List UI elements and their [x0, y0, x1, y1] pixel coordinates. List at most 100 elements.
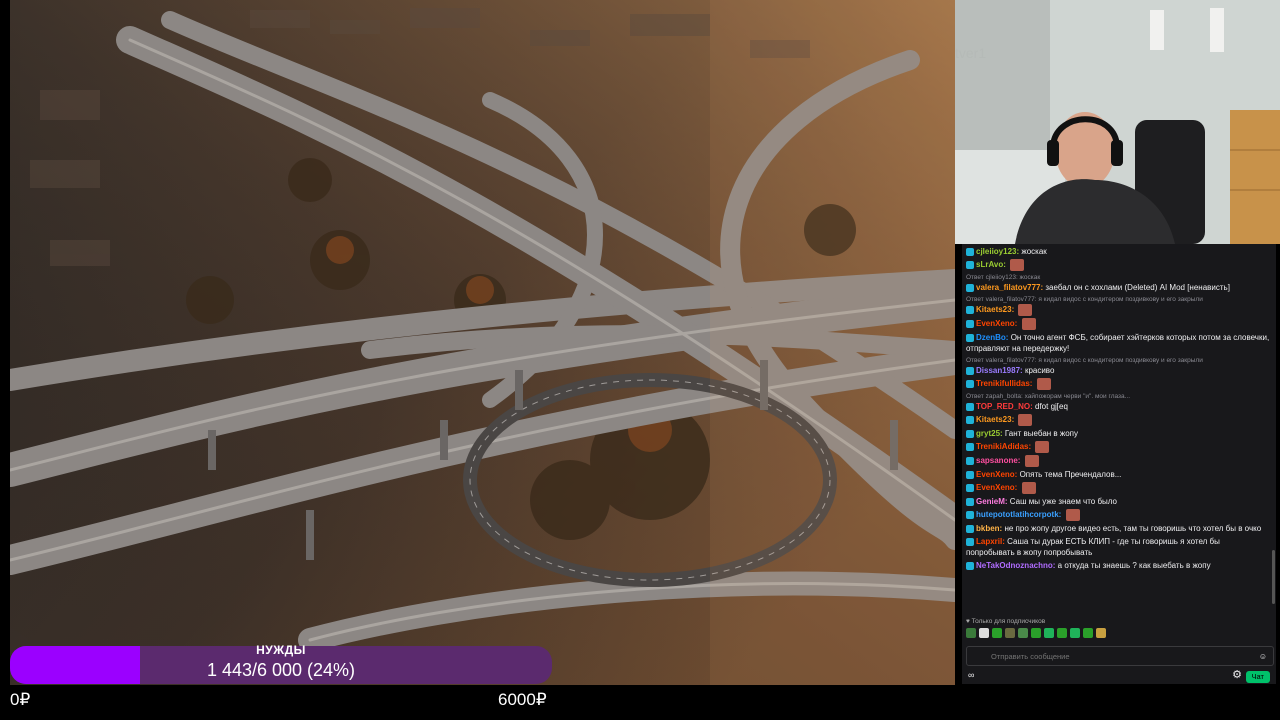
- stream-video: [10, 0, 955, 685]
- chat-message-line: hutepototlatihcorpotk:: [966, 509, 1270, 521]
- chat-message-line: NeTakOdnoznachno: а откуда ты знаешь ? к…: [966, 560, 1270, 571]
- wall-text: tver1: [955, 45, 986, 61]
- chat-username[interactable]: valera_filatov777:: [976, 283, 1043, 292]
- chat-message-text: Гант выебан в жопу: [1004, 429, 1079, 438]
- chat-message-line: sapsanone:: [966, 455, 1270, 467]
- chat-message: Ответ cjleiioy123: жоскак: [966, 273, 1270, 282]
- chat-input[interactable]: [989, 649, 1253, 663]
- emote-icon: [1065, 509, 1080, 521]
- chat-message-text: красиво: [1024, 366, 1055, 375]
- chat-username[interactable]: EvenXeno:: [976, 319, 1017, 328]
- emote-icon: [1018, 304, 1033, 316]
- chat-username[interactable]: Trenikifullidas:: [976, 379, 1032, 388]
- chat-message-text: жоскак: [1021, 247, 1047, 256]
- goal-max-label: 6000₽: [498, 690, 547, 709]
- emote-icon[interactable]: [992, 628, 1002, 638]
- chat-message: Kitaets23:: [966, 304, 1270, 316]
- chat-username[interactable]: Kitaets23:: [976, 305, 1014, 314]
- chat-username[interactable]: bkben:: [976, 524, 1002, 533]
- chat-message: Ответ valera_filatov777: я кидал видос с…: [966, 356, 1270, 365]
- chat-message-text: Саша ты дурак ЕСТЬ КЛИП - где ты говориш…: [966, 537, 1220, 557]
- user-badge-icon: [966, 561, 974, 570]
- chat-message-line: Kitaets23:: [966, 304, 1270, 316]
- chat-username[interactable]: DzenBo:: [976, 333, 1008, 342]
- chat-message-line: DzenBo: Он точно агент ФСБ, собирает хэй…: [966, 332, 1270, 354]
- chat-message: DzenBo: Он точно агент ФСБ, собирает хэй…: [966, 332, 1270, 354]
- chat-message: valera_filatov777: заебал он с хохлами (…: [966, 282, 1270, 293]
- chat-message-line: EvenXeno: Опять тема Пречендалов...: [966, 469, 1270, 480]
- chat-message-line: Kitaets23:: [966, 414, 1270, 426]
- chat-input-box[interactable]: ☺: [966, 646, 1274, 666]
- emote-icon: [1035, 441, 1050, 453]
- emote-icon: [1036, 378, 1051, 390]
- chat-username[interactable]: TrenikiAdidas:: [976, 442, 1031, 451]
- emote-icon: [1024, 455, 1039, 467]
- chat-username[interactable]: gryt25:: [976, 429, 1003, 438]
- emote-icon[interactable]: [966, 628, 976, 638]
- chat-message: Lapxril: Саша ты дурак ЕСТЬ КЛИП - где т…: [966, 536, 1270, 558]
- emote-icon[interactable]: [1083, 628, 1093, 638]
- chat-reply-context: Ответ valera_filatov777: я кидал видос с…: [966, 296, 1203, 303]
- gear-icon[interactable]: ⚙: [1232, 670, 1242, 681]
- emote-icon[interactable]: [1018, 628, 1028, 638]
- user-badge-icon: [966, 333, 974, 342]
- webcam-feed: tver1: [955, 0, 1280, 244]
- chat-username[interactable]: NeTakOdnoznachno:: [976, 561, 1055, 570]
- chat-message: Dissan1987: красиво: [966, 365, 1270, 376]
- chat-message-line: Trenikifullidas:: [966, 378, 1270, 390]
- chat-message-line: Lapxril: Саша ты дурак ЕСТЬ КЛИП - где т…: [966, 536, 1270, 558]
- chat-username[interactable]: TOP_RED_NO:: [976, 402, 1033, 411]
- chat-footer: ∞ ⚙ Чат: [966, 670, 1272, 684]
- user-badge-icon: [966, 416, 974, 424]
- user-badge-icon: [966, 457, 974, 465]
- chat-username[interactable]: EvenXeno:: [976, 483, 1017, 492]
- chat-message: cjleiioy123: жоскак: [966, 246, 1270, 257]
- chat-username[interactable]: Lapxril:: [976, 537, 1005, 546]
- chat-message: EvenXeno:: [966, 482, 1270, 494]
- chat-message-line: gryt25: Гант выебан в жопу: [966, 428, 1270, 439]
- chat-send-button[interactable]: Чат: [1245, 671, 1270, 683]
- chat-username[interactable]: GenieM:: [976, 497, 1008, 506]
- emote-icon[interactable]: [1044, 628, 1054, 638]
- points-value: ∞: [968, 670, 975, 680]
- emote-icon[interactable]: [1005, 628, 1015, 638]
- chat-username[interactable]: sapsanone:: [976, 456, 1020, 465]
- chat-panel: cjleiioy123: жоскак sLrAvo: Ответ cjleiio…: [962, 244, 1276, 684]
- emote-icon: [1018, 414, 1033, 426]
- chat-message-line: bkben: не про жопу другое видео есть, та…: [966, 523, 1270, 534]
- chat-message-text: Он точно агент ФСБ, собирает хэйтерков к…: [966, 333, 1270, 353]
- user-badge-icon: [966, 537, 974, 546]
- user-badge-icon: [966, 366, 974, 375]
- chat-reply-context: Ответ zapah_bolta: хайпожорам черви "и".…: [966, 393, 1131, 400]
- user-badge-icon: [966, 247, 974, 256]
- chat-message: bkben: не про жопу другое видео есть, та…: [966, 523, 1270, 534]
- emote-icon[interactable]: [1096, 628, 1106, 638]
- chat-message-line: GenieM: Саш мы уже знаем что было: [966, 496, 1270, 507]
- chat-username[interactable]: hutepototlatihcorpotk:: [976, 510, 1061, 519]
- chat-message-line: Dissan1987: красиво: [966, 365, 1270, 376]
- emote-icon[interactable]: [979, 628, 989, 638]
- chat-username[interactable]: EvenXeno:: [976, 470, 1017, 479]
- chat-message-line: cjleiioy123: жоскак: [966, 246, 1270, 257]
- chat-username[interactable]: cjleiioy123:: [976, 247, 1019, 256]
- user-badge-icon: [966, 320, 974, 328]
- chat-username[interactable]: sLrAvo:: [976, 260, 1006, 269]
- chat-reply-context: Ответ cjleiioy123: жоскак: [966, 274, 1041, 281]
- channel-points-icon[interactable]: ∞: [968, 670, 974, 681]
- emote-picker-icon[interactable]: ☺: [1259, 651, 1267, 662]
- emote-icon[interactable]: [1070, 628, 1080, 638]
- chat-username[interactable]: Kitaets23:: [976, 415, 1014, 424]
- user-badge-icon: [966, 524, 974, 533]
- chat-scrollbar[interactable]: [1272, 550, 1275, 604]
- chat-username[interactable]: Dissan1987:: [976, 366, 1023, 375]
- user-badge-icon: [966, 380, 974, 388]
- chat-message: EvenXeno: Опять тема Пречендалов...: [966, 469, 1270, 480]
- chat-message: sapsanone:: [966, 455, 1270, 467]
- chat-messages: cjleiioy123: жоскак sLrAvo: Ответ cjleiio…: [966, 246, 1270, 573]
- user-badge-icon: [966, 429, 974, 438]
- chat-message: hutepototlatihcorpotk:: [966, 509, 1270, 521]
- chat-message: gryt25: Гант выебан в жопу: [966, 428, 1270, 439]
- emote-icon[interactable]: [1031, 628, 1041, 638]
- chat-message-text: а откуда ты знаешь ? как выебать в жопу: [1057, 561, 1211, 570]
- emote-icon[interactable]: [1057, 628, 1067, 638]
